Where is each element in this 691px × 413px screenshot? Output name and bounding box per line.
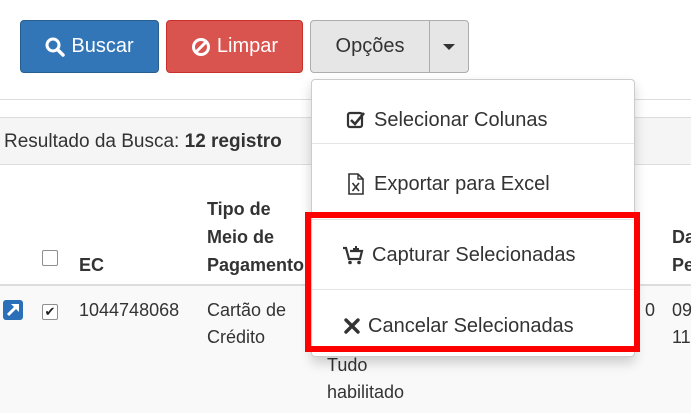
opcoes-dropdown-toggle[interactable] (429, 20, 469, 73)
opcoes-button[interactable]: Opções (310, 20, 430, 73)
ban-icon (191, 37, 210, 56)
select-all-checkbox[interactable] (42, 250, 58, 266)
menu-item-capturar-selecionadas[interactable]: Capturar Selecionadas (312, 227, 634, 283)
limpar-label: Limpar (216, 35, 279, 57)
opcoes-label: Opções (335, 35, 405, 57)
check-square-icon (346, 111, 366, 129)
buscar-button[interactable]: Buscar (20, 20, 159, 73)
times-icon (344, 318, 360, 334)
menu-item-label: Selecionar Colunas (374, 108, 548, 131)
menu-divider (312, 219, 634, 220)
caret-down-icon (443, 43, 455, 50)
cell-partial-date-line2: 11 (672, 327, 691, 347)
cell-tipo-line1: Cartão de (207, 300, 287, 320)
row-checkbox[interactable]: ✔ (42, 304, 58, 320)
result-prefix: Resultado da Busca: (4, 131, 180, 152)
column-header-partial-line1: Da (672, 227, 691, 247)
menu-divider (312, 143, 634, 144)
search-icon (45, 37, 66, 57)
column-header-tipo-line1: Tipo de (207, 199, 271, 219)
cell-ec: 1044748068 (79, 300, 180, 320)
menu-item-cancelar-selecionadas[interactable]: Cancelar Selecionadas (312, 298, 634, 354)
limpar-button[interactable]: Limpar (166, 20, 303, 73)
menu-item-label: Exportar para Excel (374, 172, 550, 195)
column-header-ec: EC (79, 255, 105, 275)
buscar-label: Buscar (71, 35, 134, 57)
menu-divider (312, 289, 634, 290)
menu-item-selecionar-colunas[interactable]: Selecionar Colunas (312, 92, 634, 148)
excel-file-icon (348, 173, 364, 195)
check-icon: ✔ (44, 304, 56, 319)
column-header-partial-line2: Pe (672, 255, 691, 275)
column-header-tipo-line2: Meio de (207, 227, 275, 247)
menu-item-exportar-excel[interactable]: Exportar para Excel (312, 156, 634, 212)
cell-tipo-line2: Crédito (207, 327, 266, 347)
cart-plus-icon (343, 246, 364, 265)
menu-item-label: Cancelar Selecionadas (368, 314, 574, 337)
result-count: 12 registro (184, 131, 282, 152)
menu-item-label: Capturar Selecionadas (372, 243, 576, 266)
opcoes-dropdown-menu: Selecionar Colunas Exportar para Excel C… (311, 79, 635, 357)
column-header-tipo-line3: Pagamento (207, 255, 305, 275)
external-link-icon[interactable] (3, 300, 23, 320)
cell-partial-number: 0 (645, 300, 656, 320)
cell-partial-date-line1: 09 (672, 300, 691, 320)
cell-status-line2: habilitado (327, 382, 405, 402)
